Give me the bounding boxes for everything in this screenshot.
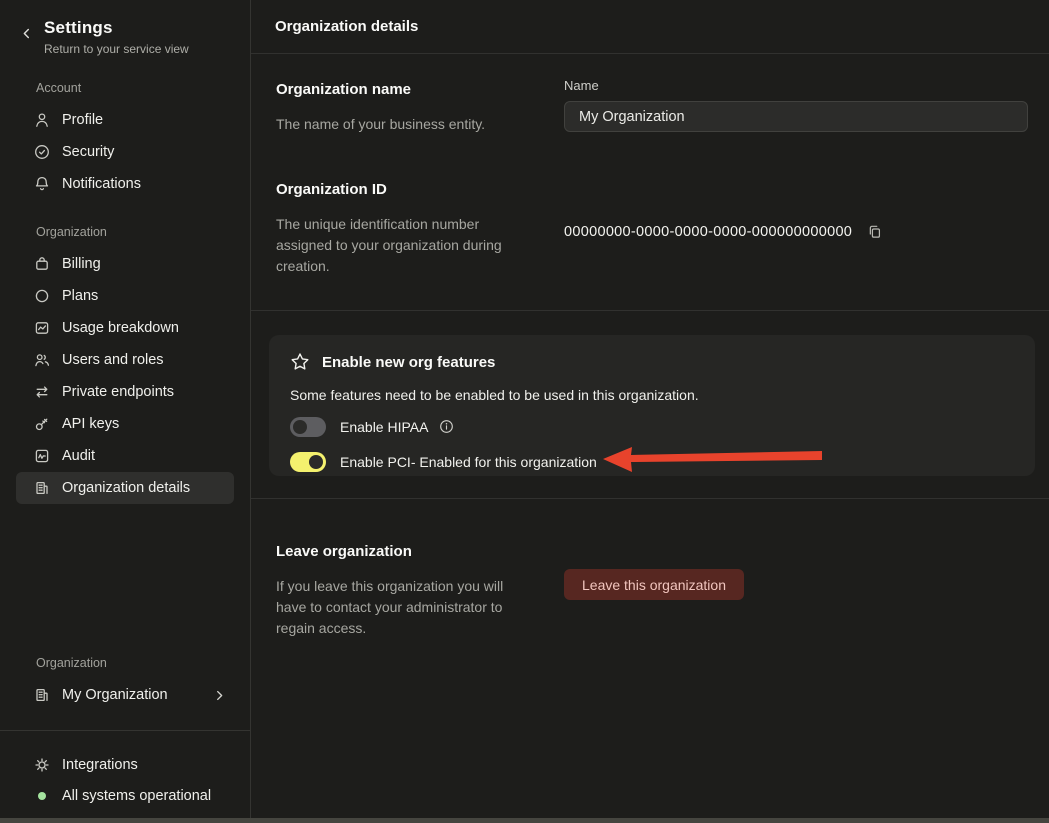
sidebar-bottom: Organization My Organization Integration… <box>0 631 250 823</box>
swap-arrows-icon <box>33 383 51 401</box>
sidebar-item-notifications[interactable]: Notifications <box>16 168 234 200</box>
sidebar-item-label: Usage breakdown <box>62 320 179 336</box>
section-label-organization-bottom: Organization <box>36 656 107 670</box>
leave-description: If you leave this organization you will … <box>276 578 504 636</box>
leave-organization-section: Leave organization If you leave this org… <box>251 543 1049 639</box>
billing-bag-icon <box>33 255 51 273</box>
org-features-card: Enable new org features Some features ne… <box>269 335 1035 476</box>
back-chevron-icon[interactable] <box>20 27 33 56</box>
sidebar-item-label: My Organization <box>62 687 168 703</box>
sidebar-item-users-and-roles[interactable]: Users and roles <box>16 344 234 376</box>
system-status-link[interactable]: All systems operational <box>16 780 234 811</box>
sidebar-title: Settings <box>44 18 113 37</box>
organization-name-input[interactable] <box>564 101 1028 132</box>
user-icon <box>33 111 51 129</box>
status-dot-icon <box>33 791 51 800</box>
section-label-account: Account <box>36 81 82 95</box>
sidebar-item-billing[interactable]: Billing <box>16 248 234 280</box>
copy-icon[interactable] <box>866 223 883 240</box>
sidebar-item-my-organization[interactable]: My Organization <box>16 679 234 711</box>
section-label-organization: Organization <box>36 225 107 239</box>
leave-heading: Leave organization <box>276 543 412 560</box>
organization-id-value: 00000000-0000-0000-0000-000000000000 <box>564 223 853 240</box>
audit-pulse-icon <box>33 447 51 465</box>
bell-icon <box>33 175 51 193</box>
sidebar-item-private-endpoints[interactable]: Private endpoints <box>16 376 234 408</box>
shield-check-icon <box>33 143 51 161</box>
sidebar-item-organization-details[interactable]: Organization details <box>16 472 234 504</box>
sidebar-header: Settings Return to your service view <box>0 16 250 56</box>
name-field-label: Name <box>564 78 599 93</box>
usage-chart-icon <box>33 319 51 337</box>
sidebar-item-label: Private endpoints <box>62 384 175 400</box>
sidebar-item-label: Audit <box>62 448 96 464</box>
building-icon <box>33 686 51 704</box>
account-nav: Profile Security Notifications <box>0 104 250 200</box>
organization-name-description: The name of your business entity. <box>276 116 486 132</box>
sidebar-item-label: Notifications <box>62 176 141 192</box>
hipaa-toggle[interactable] <box>290 416 326 437</box>
sidebar-item-audit[interactable]: Audit <box>16 440 234 472</box>
chevron-right-icon <box>213 689 226 702</box>
pci-toggle-label: Enable PCI- Enabled for this organizatio… <box>340 453 597 470</box>
hipaa-toggle-label: Enable HIPAA <box>340 418 429 435</box>
pci-toggle[interactable] <box>290 451 326 472</box>
window-bottom-strip <box>0 818 1049 823</box>
organization-id-description: The unique identification number assigne… <box>276 216 502 274</box>
sidebar-item-label: API keys <box>62 416 120 432</box>
integrations-cog-icon <box>33 756 51 774</box>
building-icon <box>33 479 51 497</box>
status-label: All systems operational <box>62 787 212 804</box>
sidebar-item-label: Profile <box>62 112 104 128</box>
organization-id-heading: Organization ID <box>276 181 387 198</box>
sidebar-item-profile[interactable]: Profile <box>16 104 234 136</box>
sidebar: Settings Return to your service view Acc… <box>0 0 251 823</box>
circle-icon <box>33 287 51 305</box>
key-icon <box>33 415 51 433</box>
star-icon <box>290 352 310 372</box>
hipaa-toggle-row: Enable HIPAA <box>290 415 1015 438</box>
sidebar-item-label: Organization details <box>62 480 191 496</box>
sidebar-item-label: Plans <box>62 288 99 304</box>
leave-organization-button[interactable]: Leave this organization <box>564 569 744 600</box>
integrations-label: Integrations <box>62 756 138 773</box>
page-title: Organization details <box>251 0 1049 54</box>
organization-nav: Billing Plans Usage breakdown Users and … <box>0 248 250 504</box>
sidebar-item-security[interactable]: Security <box>16 136 234 168</box>
sidebar-item-plans[interactable]: Plans <box>16 280 234 312</box>
sidebar-item-api-keys[interactable]: API keys <box>16 408 234 440</box>
sidebar-subtitle: Return to your service view <box>44 42 189 56</box>
organization-id-section: Organization ID The unique identificatio… <box>251 181 1049 277</box>
sidebar-item-usage-breakdown[interactable]: Usage breakdown <box>16 312 234 344</box>
organization-name-section: Organization name The name of your busin… <box>251 78 1049 135</box>
integrations-link[interactable]: Integrations <box>16 749 234 780</box>
organization-name-heading: Organization name <box>276 81 412 98</box>
settings-app: Settings Return to your service view Acc… <box>0 0 1049 823</box>
sidebar-item-label: Security <box>62 144 115 160</box>
divider <box>251 498 1049 499</box>
sidebar-item-label: Billing <box>62 256 101 272</box>
main-panel: Organization details Organization name T… <box>251 0 1049 823</box>
sidebar-item-label: Users and roles <box>62 352 164 368</box>
pci-toggle-row: Enable PCI- Enabled for this organizatio… <box>290 450 1015 473</box>
info-icon[interactable] <box>439 419 454 434</box>
features-heading: Enable new org features <box>322 353 496 371</box>
features-description: Some features need to be enabled to be u… <box>290 387 699 403</box>
users-icon <box>33 351 51 369</box>
